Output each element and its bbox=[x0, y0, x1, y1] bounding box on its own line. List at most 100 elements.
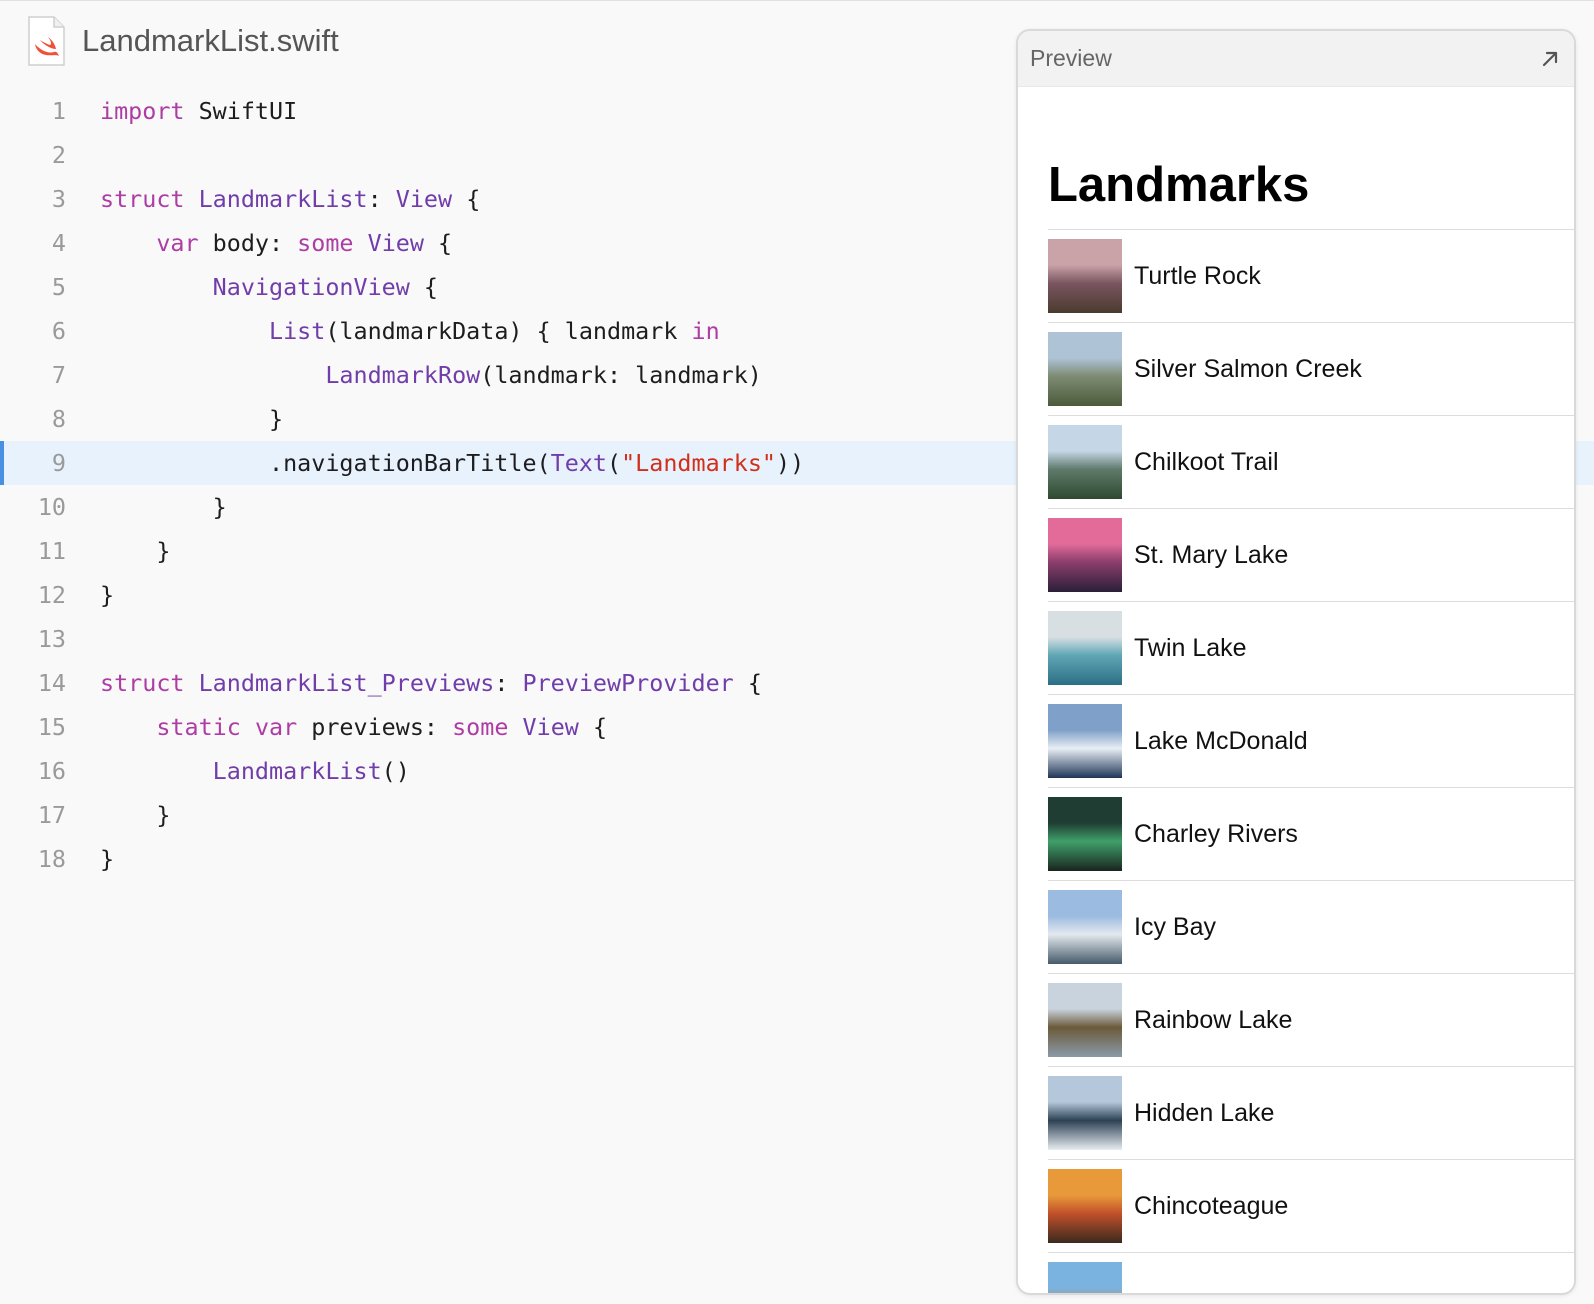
landmark-thumbnail bbox=[1048, 332, 1122, 406]
landmark-row[interactable]: Icy Bay bbox=[1048, 881, 1574, 974]
code-text: struct LandmarkList: View { bbox=[100, 177, 480, 221]
line-number: 2 bbox=[51, 141, 66, 169]
code-line[interactable]: 10 } bbox=[0, 485, 1016, 529]
code-line[interactable]: 14 struct LandmarkList_Previews: PreviewP… bbox=[0, 661, 1016, 705]
code-text: static var previews: some View { bbox=[100, 705, 607, 749]
preview-label: Preview bbox=[1030, 45, 1112, 71]
code-line[interactable]: 6 List(landmarkData) { landmark in bbox=[0, 309, 1016, 353]
file-name: LandmarkList.swift bbox=[82, 23, 339, 58]
code-token: NavigationView bbox=[212, 273, 410, 301]
code-token: (landmark: landmark) bbox=[480, 361, 762, 389]
code-token: ( bbox=[606, 449, 622, 477]
line-number: 6 bbox=[51, 317, 66, 345]
line-number: 4 bbox=[51, 229, 66, 257]
line-number: 9 bbox=[51, 449, 66, 477]
line-number: 11 bbox=[37, 537, 66, 565]
line-number: 3 bbox=[51, 185, 66, 213]
landmark-thumbnail bbox=[1048, 890, 1122, 964]
code-text: struct LandmarkList_Previews: PreviewPro… bbox=[100, 661, 762, 705]
code-token: LandmarkList bbox=[212, 757, 382, 785]
code-line[interactable]: 7 LandmarkRow(landmark: landmark) bbox=[0, 353, 1016, 397]
code-editor[interactable]: 1 import SwiftUI 2 3 struct LandmarkList: Vi… bbox=[0, 89, 1594, 881]
code-token: body: bbox=[198, 229, 298, 257]
landmark-thumbnail bbox=[1048, 611, 1122, 685]
landmark-thumbnail bbox=[1048, 983, 1122, 1057]
code-token: (landmarkData) { landmark bbox=[325, 317, 692, 345]
code-token: : bbox=[367, 185, 396, 213]
code-token: static bbox=[156, 713, 241, 741]
code-text: List(landmarkData) { landmark in bbox=[100, 309, 720, 353]
landmark-row[interactable]: Chilkoot Trail bbox=[1048, 416, 1574, 509]
code-text: LandmarkRow(landmark: landmark) bbox=[100, 353, 762, 397]
code-token: LandmarkRow bbox=[325, 361, 481, 389]
code-token: LandmarkList bbox=[198, 185, 368, 213]
navigation-title: Landmarks bbox=[1048, 158, 1310, 212]
landmark-thumbnail bbox=[1048, 1169, 1122, 1243]
code-text: } bbox=[100, 397, 283, 441]
code-line[interactable]: 2 bbox=[0, 133, 1016, 177]
code-token: { bbox=[733, 669, 762, 697]
code-text: } bbox=[100, 837, 114, 881]
code-token: struct bbox=[100, 669, 185, 697]
code-token: PreviewProvider bbox=[522, 669, 734, 697]
landmark-name: Lake McDonald bbox=[1134, 726, 1308, 755]
code-token: { bbox=[409, 273, 438, 301]
code-text: } bbox=[100, 793, 170, 837]
code-line[interactable]: 3 struct LandmarkList: View { bbox=[0, 177, 1016, 221]
code-line[interactable]: 16 LandmarkList() bbox=[0, 749, 1016, 793]
code-text: import SwiftUI bbox=[100, 89, 297, 133]
line-number: 7 bbox=[51, 361, 66, 389]
code-line[interactable]: 8 } bbox=[0, 397, 1016, 441]
landmark-list[interactable]: Turtle Rock Silver Salmon Creek Chilkoot T… bbox=[1048, 229, 1574, 1293]
code-line[interactable]: 5 NavigationView { bbox=[0, 265, 1016, 309]
line-number: 5 bbox=[51, 273, 66, 301]
landmark-row[interactable]: Hidden Lake bbox=[1048, 1067, 1574, 1160]
landmark-row[interactable]: Chincoteague bbox=[1048, 1160, 1574, 1253]
code-line[interactable]: 17 } bbox=[0, 793, 1016, 837]
code-token: } bbox=[100, 537, 171, 565]
landmark-row[interactable]: Lake McDonald bbox=[1048, 695, 1574, 788]
code-text: .navigationBarTitle(Text("Landmarks")) bbox=[100, 441, 804, 485]
code-line[interactable]: 1 import SwiftUI bbox=[0, 89, 1016, 133]
code-token: } bbox=[100, 801, 171, 829]
line-number: 16 bbox=[37, 757, 66, 785]
line-number: 10 bbox=[37, 493, 66, 521]
code-token: () bbox=[381, 757, 410, 785]
code-token: some bbox=[452, 713, 509, 741]
code-token: import bbox=[100, 97, 185, 125]
line-number: 15 bbox=[37, 713, 66, 741]
code-line[interactable]: 18} bbox=[0, 837, 1016, 881]
landmark-row[interactable]: Turtle Rock bbox=[1048, 230, 1574, 323]
line-number: 14 bbox=[37, 669, 66, 697]
code-token: Text bbox=[550, 449, 607, 477]
code-line[interactable]: 13 bbox=[0, 617, 1016, 661]
code-token: "Landmarks" bbox=[621, 449, 776, 477]
landmark-row[interactable]: Charley Rivers bbox=[1048, 788, 1574, 881]
expand-arrow-icon[interactable] bbox=[1538, 47, 1562, 71]
landmark-name: Chincoteague bbox=[1134, 1191, 1289, 1220]
code-line[interactable]: 11 } bbox=[0, 529, 1016, 573]
code-token: View bbox=[395, 185, 453, 213]
code-text: } bbox=[100, 529, 170, 573]
code-line[interactable]: 4 var body: some View { bbox=[0, 221, 1016, 265]
landmark-row[interactable] bbox=[1048, 1253, 1574, 1293]
code-line[interactable]: 12} bbox=[0, 573, 1016, 617]
line-number: 1 bbox=[51, 97, 66, 125]
landmark-name: Icy Bay bbox=[1134, 912, 1216, 941]
landmark-row[interactable]: Rainbow Lake bbox=[1048, 974, 1574, 1067]
line-number: 8 bbox=[51, 405, 66, 433]
landmark-row[interactable]: Silver Salmon Creek bbox=[1048, 323, 1574, 416]
code-text: LandmarkList() bbox=[100, 749, 410, 793]
landmark-thumbnail bbox=[1048, 1076, 1122, 1150]
code-token: some bbox=[297, 229, 354, 257]
code-line[interactable]: 15 static var previews: some View { bbox=[0, 705, 1016, 749]
landmark-thumbnail bbox=[1048, 425, 1122, 499]
landmark-row[interactable]: St. Mary Lake bbox=[1048, 509, 1574, 602]
code-token: } bbox=[100, 845, 115, 873]
landmark-row[interactable]: Twin Lake bbox=[1048, 602, 1574, 695]
code-token: { bbox=[578, 713, 608, 741]
